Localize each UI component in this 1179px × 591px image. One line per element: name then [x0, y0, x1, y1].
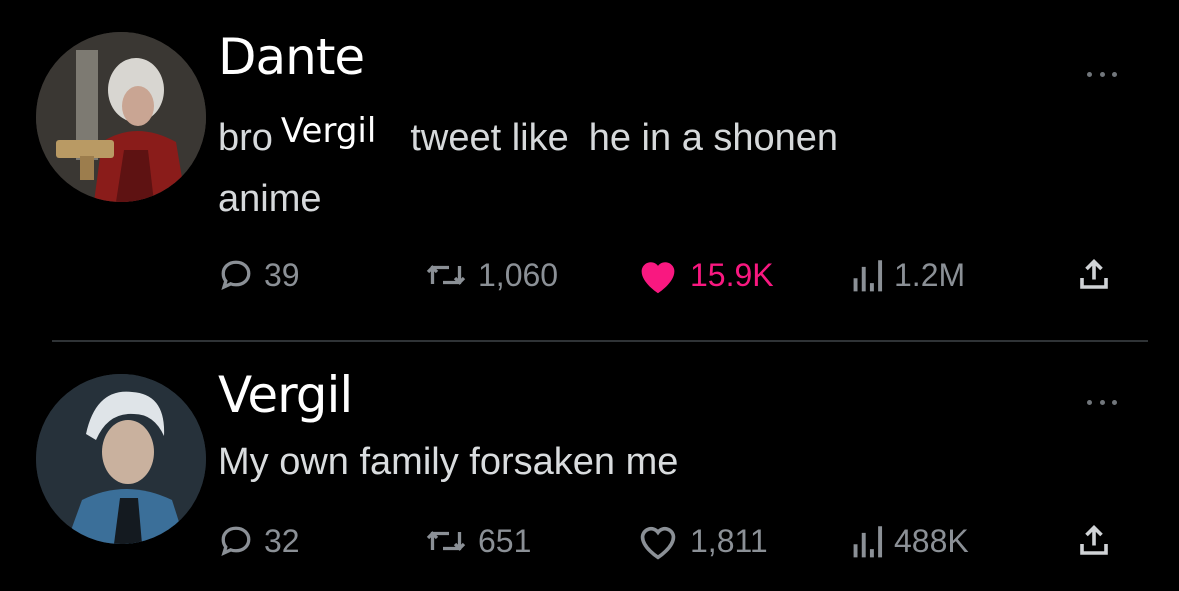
heart-icon	[641, 262, 675, 294]
reply-button[interactable]: 32	[218, 518, 300, 564]
body-phrase-tweet-like: tweet like	[410, 117, 569, 159]
views-icon	[853, 260, 883, 292]
tweet-actions: 39 1,060 15.9K 1.2M	[218, 252, 1118, 298]
retweet-icon	[426, 265, 466, 285]
tweet-divider	[52, 340, 1148, 342]
dante-avatar-image	[36, 32, 206, 202]
tweet-body-line-2: anime	[218, 178, 322, 220]
retweet-icon	[426, 531, 466, 551]
share-icon	[1080, 258, 1108, 289]
views-button[interactable]: 1.2M	[850, 252, 965, 298]
more-icon[interactable]	[1087, 70, 1117, 78]
like-button[interactable]: 15.9K	[636, 252, 774, 298]
vergil-avatar-image	[36, 374, 206, 544]
share-icon	[1080, 524, 1108, 555]
reply-icon	[221, 260, 251, 291]
share-button[interactable]	[1076, 252, 1112, 298]
views-icon	[853, 526, 883, 558]
retweet-count: 1,060	[478, 256, 559, 293]
tweet-actions: 32 651 1,811 488K	[218, 518, 1118, 564]
tweet-body: bro Vergil tweet like he in a shonen anime	[218, 108, 1058, 229]
like-button[interactable]: 1,811	[636, 518, 768, 564]
author-name[interactable]: Dante	[218, 28, 365, 86]
more-icon[interactable]	[1087, 398, 1117, 406]
tweet-vergil[interactable]: Vergil My own family forsaken me 32 651 …	[0, 346, 1179, 591]
retweet-button[interactable]: 651	[424, 518, 531, 564]
views-button[interactable]: 488K	[850, 518, 969, 564]
author-name[interactable]: Vergil	[218, 366, 353, 424]
reply-count: 32	[264, 522, 300, 559]
tweet-body: My own family forsaken me	[218, 441, 679, 483]
body-word-bro: bro	[218, 117, 273, 159]
vergil-name-overlay: Vergil	[280, 111, 377, 151]
like-count: 15.9K	[690, 256, 774, 293]
retweet-button[interactable]: 1,060	[424, 252, 558, 298]
tweet-body-line-1: bro Vergil tweet like he in a shonen	[218, 108, 1058, 169]
view-count: 488K	[894, 522, 969, 559]
avatar[interactable]	[36, 32, 206, 202]
reply-count: 39	[264, 256, 300, 293]
reply-button[interactable]: 39	[218, 252, 300, 298]
like-count: 1,811	[690, 522, 768, 559]
retweet-count: 651	[478, 522, 532, 559]
heart-icon	[640, 526, 676, 560]
body-phrase-shonen: he in a shonen	[588, 117, 839, 159]
reply-icon	[221, 526, 251, 557]
avatar[interactable]	[36, 374, 206, 544]
share-button[interactable]	[1076, 518, 1112, 564]
tweet-dante[interactable]: Dante bro Vergil tweet like he in a shonen …	[0, 0, 1179, 340]
view-count: 1.2M	[894, 256, 966, 293]
